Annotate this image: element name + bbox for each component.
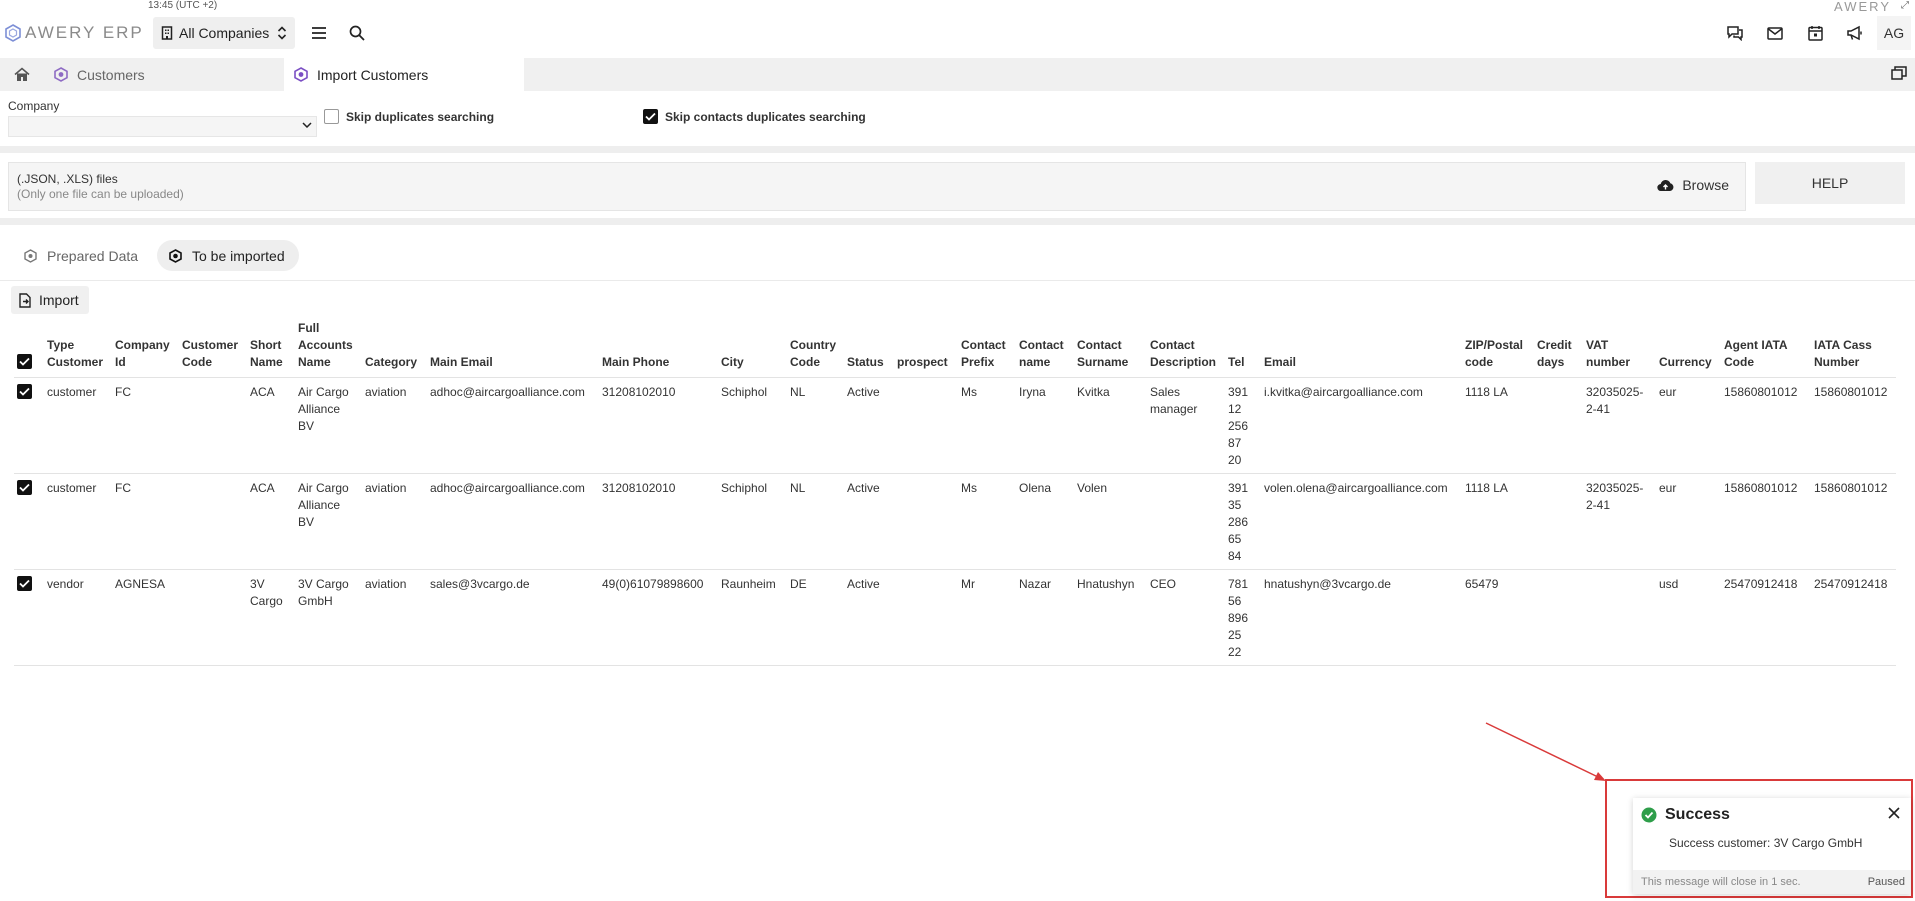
toast-footer: This message will close in 1 sec. Paused xyxy=(1633,870,1911,894)
toast-message: Success customer: 3V Cargo GmbH xyxy=(1669,836,1863,850)
toast-title: Success xyxy=(1665,806,1730,823)
toast-header: Success xyxy=(1641,806,1730,824)
close-icon[interactable] xyxy=(1887,806,1901,823)
success-toast: Success Success customer: 3V Cargo GmbH … xyxy=(1633,798,1911,894)
annotation-arrow xyxy=(1485,722,1606,781)
toast-paused-status: Paused xyxy=(1867,876,1905,888)
check-circle-icon xyxy=(1641,807,1657,823)
toast-countdown: This message will close in 1 sec. xyxy=(1641,876,1801,888)
